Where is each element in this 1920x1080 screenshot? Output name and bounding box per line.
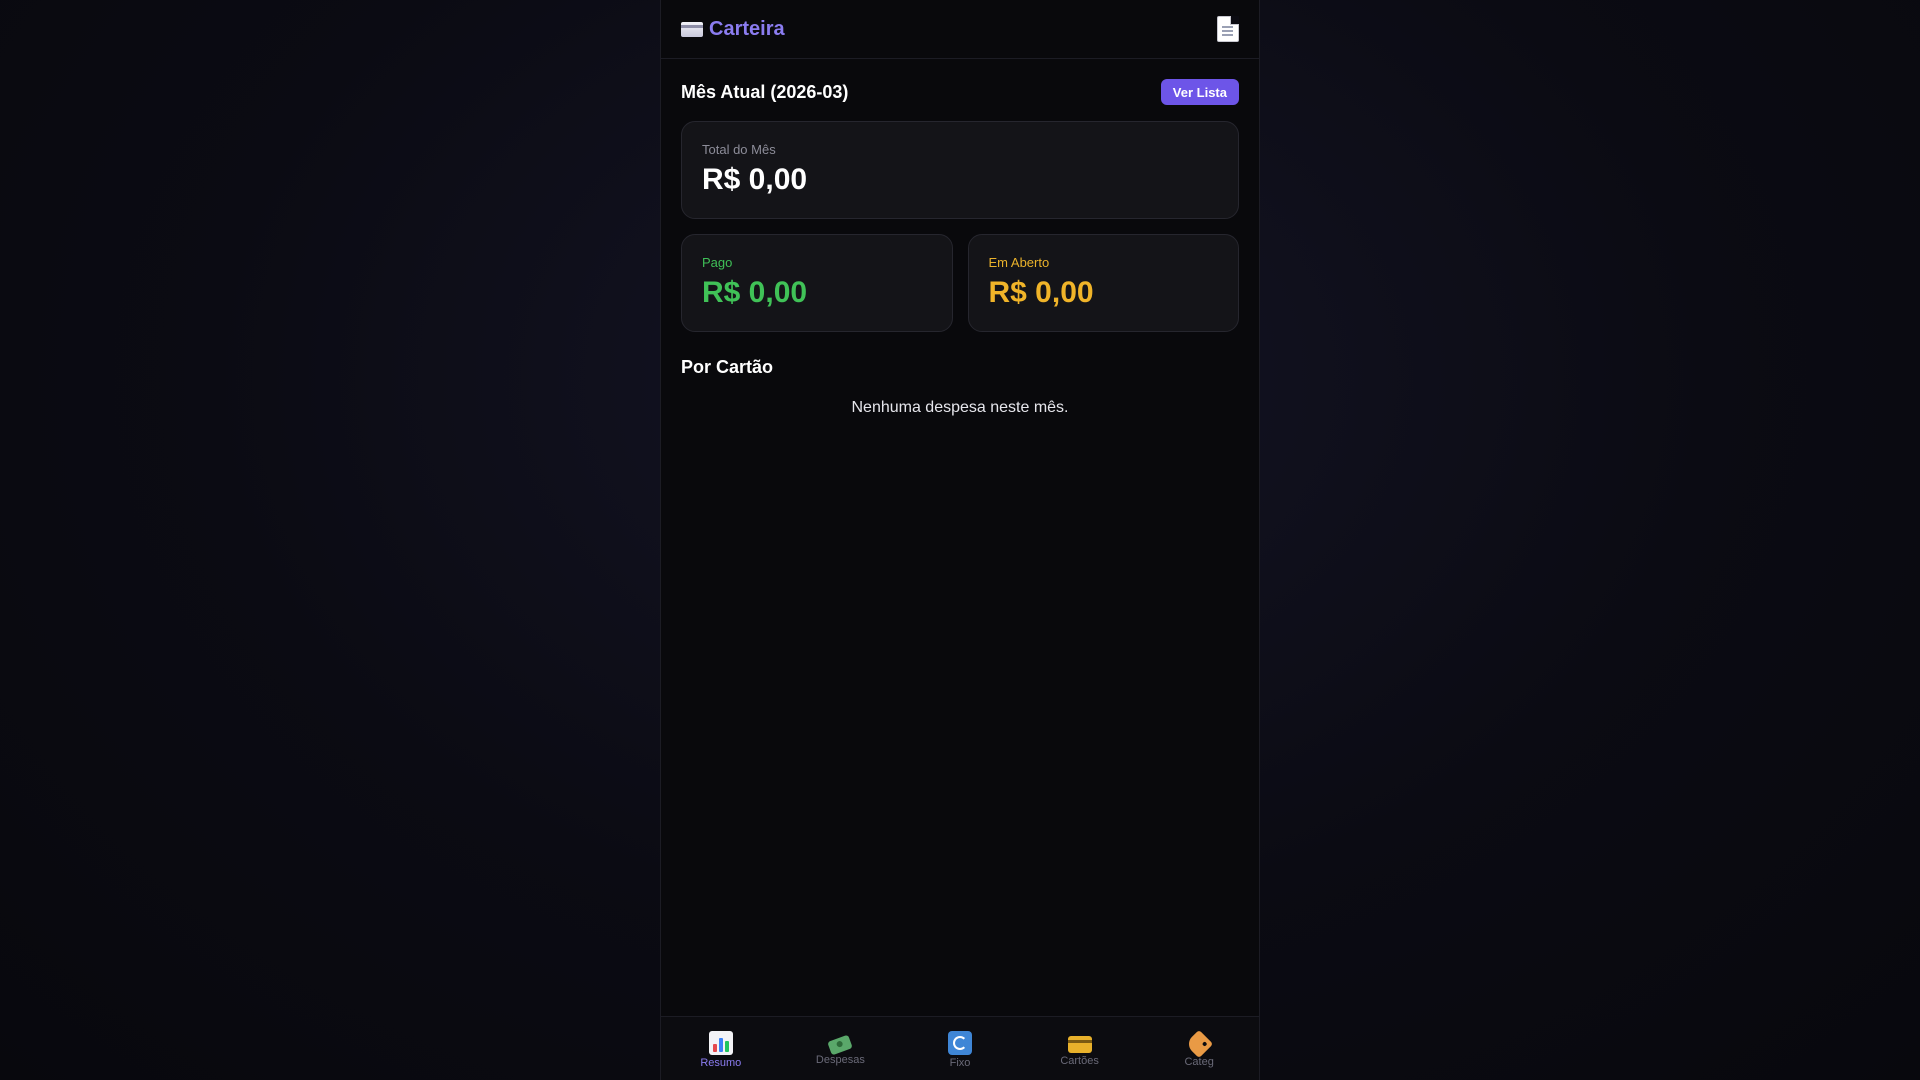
app-title: Carteira xyxy=(709,17,785,40)
open-card: Em Aberto R$ 0,00 xyxy=(967,234,1239,332)
nav-item-despesas[interactable]: Despesas xyxy=(781,1017,901,1080)
empty-message: Nenhuma despesa neste mês. xyxy=(851,399,1069,416)
nav-item-resumo[interactable]: Resumo xyxy=(661,1017,781,1080)
month-row: Mês Atual (2026-03) Ver Lista xyxy=(681,79,1239,105)
paid-label: Pago xyxy=(702,255,733,270)
repeat-icon xyxy=(947,1030,972,1055)
total-value: R$ 0,00 xyxy=(702,163,808,196)
total-label: Total do Mês xyxy=(702,142,776,157)
money-wings-icon xyxy=(827,1034,854,1056)
paid-value: R$ 0,00 xyxy=(702,276,808,309)
nav-item-categ[interactable]: Categ xyxy=(1139,1017,1259,1080)
card-icon xyxy=(681,22,703,37)
nav-label: Despesas xyxy=(815,1054,865,1066)
open-label: Em Aberto xyxy=(988,255,1050,270)
nav-item-cartoes[interactable]: Cartões xyxy=(1020,1017,1140,1080)
status-cards: Pago R$ 0,00 Em Aberto R$ 0,00 xyxy=(681,234,1239,332)
app-header: Carteira xyxy=(661,0,1259,59)
document-icon[interactable] xyxy=(1217,16,1239,42)
main-content: Mês Atual (2026-03) Ver Lista Total do M… xyxy=(661,59,1259,417)
paid-card: Pago R$ 0,00 xyxy=(681,234,953,332)
tag-icon xyxy=(1185,1029,1214,1058)
by-card-title: Por Cartão xyxy=(681,357,774,377)
nav-label: Cartões xyxy=(1060,1055,1099,1067)
nav-label: Resumo xyxy=(700,1056,742,1069)
brand: Carteira xyxy=(681,18,785,41)
view-list-button[interactable]: Ver Lista xyxy=(1160,79,1239,105)
app-container: Carteira Mês Atual (2026-03) Ver Lista T… xyxy=(660,0,1260,1080)
nav-label: Fixo xyxy=(949,1056,971,1069)
month-title: Mês Atual (2026-03) xyxy=(681,81,849,102)
total-card: Total do Mês R$ 0,00 xyxy=(681,121,1239,219)
nav-item-fixo[interactable]: Fixo xyxy=(900,1017,1020,1080)
bar-chart-icon xyxy=(708,1030,733,1055)
bottom-nav: Resumo Despesas Fixo Cartões Categ xyxy=(661,1016,1259,1080)
credit-card-icon xyxy=(1067,1036,1092,1053)
open-value: R$ 0,00 xyxy=(988,276,1094,309)
